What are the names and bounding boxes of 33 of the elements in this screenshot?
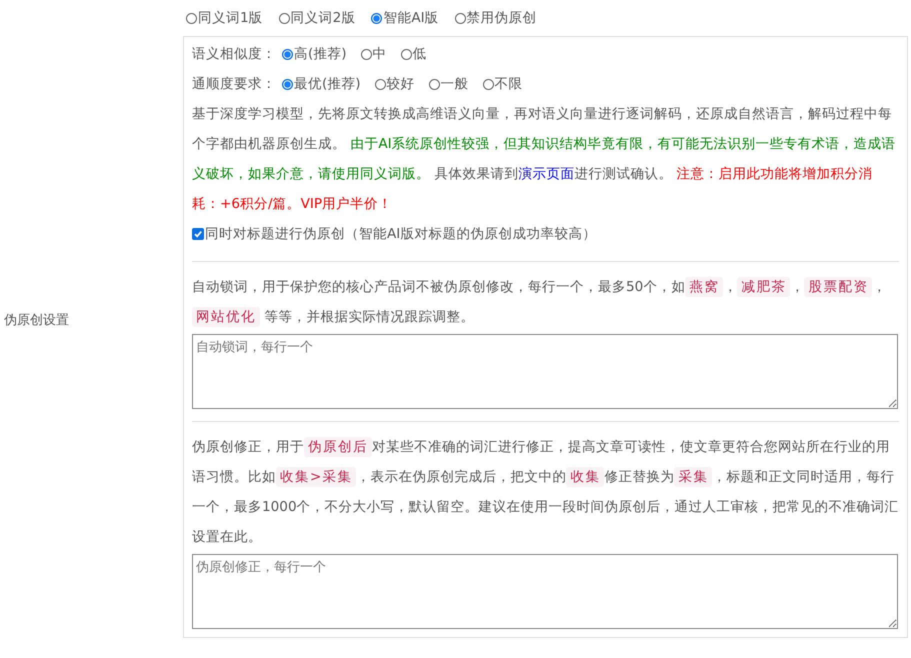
description-text: 基于深度学习模型，先将原文转换成高维语义向量，再对语义向量进行逐词解码，还原成自然语言，解码过程中每个字都由机器原创生成。 由于AI系统原创性较强，但其知识结构毕竟有限，有可能无法识别一些专有术语，造成语义破坏，如果介意，请使用同义词版。 具体效果请到演示页面进行测试确认。 注意：启用此功能将增加积分消耗：+6积分/篇。VIP用户半价！	[192, 105, 897, 214]
radio-button[interactable]	[454, 12, 466, 24]
radio-button[interactable]	[400, 48, 412, 60]
checkbox[interactable]	[192, 228, 204, 240]
radio-option[interactable]: 低	[400, 45, 427, 63]
radio-button[interactable]	[186, 12, 197, 24]
radio-button[interactable]	[428, 78, 440, 90]
lock-words-field[interactable]: 自动锁词，每行一个	[192, 334, 898, 409]
radio-option[interactable]: 中	[360, 45, 387, 63]
radio-button[interactable]	[282, 78, 293, 90]
radio-option[interactable]: 不限	[482, 75, 523, 93]
section-label: 伪原创设置	[3, 312, 69, 329]
radio-option[interactable]: 同义词1版	[186, 9, 263, 27]
radio-option[interactable]: 一般	[428, 75, 469, 93]
radio-button[interactable]	[374, 78, 386, 90]
radio-button[interactable]	[482, 78, 494, 90]
radio-option[interactable]: 较好	[374, 75, 415, 93]
radio-button[interactable]	[282, 48, 293, 60]
radio-option[interactable]: 同义词2版	[278, 9, 356, 27]
radio-button[interactable]	[278, 12, 290, 24]
description-text: 伪原创修正，用于 伪原创后 对某些不准确的词汇进行修正，提高文章可读性，使文章更符合您网站所在行业的用语习惯。比如 收集>采集 ，表示在伪原创完成后，把文中的 收集 修正替换为 采集 ，标题和正文同时适用，每行一个，最多1000个，不分大小写，默认留空。建议在使用一段时间伪原创后，通过人工审核，把常见的不准确词汇设置在此。	[192, 436, 899, 547]
corrections-field[interactable]: 伪原创修正，每行一个	[192, 554, 898, 629]
radio-option[interactable]: 禁用伪原创	[454, 9, 537, 27]
title-checkbox-option[interactable]: 同时对标题进行伪原创（智能AI版对标题的伪原创成功率较高）	[192, 219, 899, 249]
radio-button[interactable]	[371, 12, 382, 24]
radio-button[interactable]	[360, 48, 372, 60]
radio-option[interactable]: 高(推荐)	[282, 45, 347, 63]
description-text: 自动锁词，用于保护您的核心产品词不被伪原创修改，每行一个，最多50个，如 燕窝 ， 减肥茶 ， 股票配资 ， 网站优化 等等，并根据实际情况跟踪调整。	[192, 276, 888, 329]
field-label: 语义相似度：	[192, 45, 276, 63]
radio-option[interactable]: 智能AI版	[371, 9, 439, 27]
radio-option[interactable]: 最优(推荐)	[282, 75, 361, 93]
demo-page-link[interactable]: 演示页面	[518, 166, 574, 182]
field-label: 通顺度要求：	[192, 75, 276, 93]
